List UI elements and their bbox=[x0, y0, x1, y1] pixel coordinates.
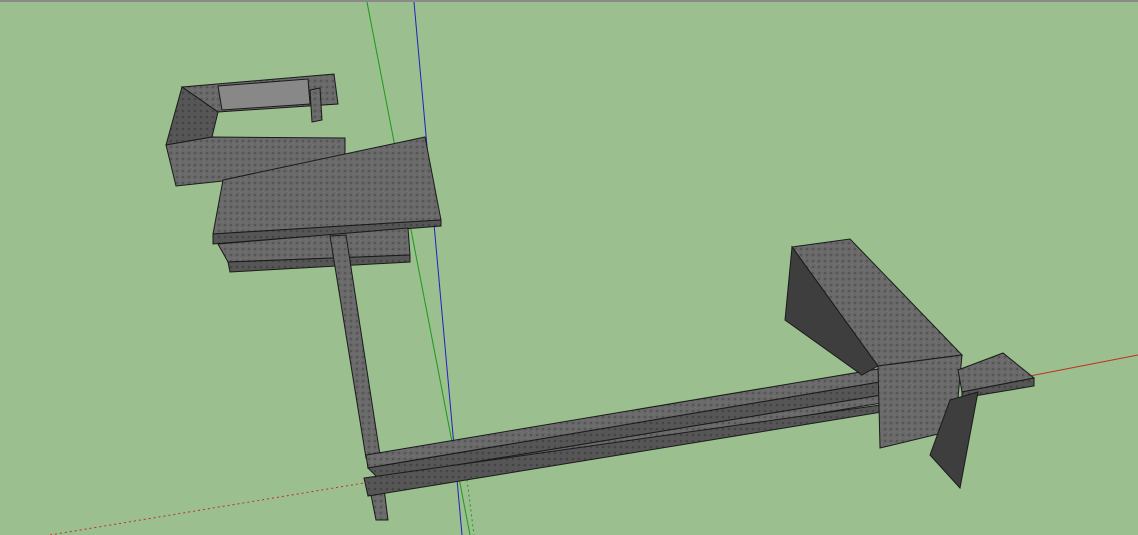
scene-canvas[interactable] bbox=[0, 0, 1138, 535]
modeling-viewport[interactable] bbox=[0, 0, 1138, 535]
right-block[interactable] bbox=[784, 238, 1036, 490]
red-axis-dotted bbox=[49, 481, 371, 535]
red-axis bbox=[1029, 354, 1138, 377]
